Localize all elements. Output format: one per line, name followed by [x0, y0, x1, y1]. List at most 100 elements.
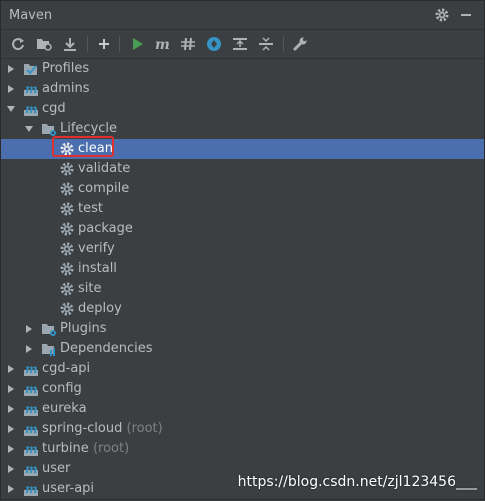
- gear-icon: [59, 241, 75, 257]
- tree-item-label: Lifecycle: [60, 121, 118, 136]
- expand-arrow-icon[interactable]: [23, 343, 35, 355]
- expand-arrow-icon[interactable]: [5, 63, 17, 75]
- skip-tests-icon[interactable]: [179, 35, 197, 53]
- tree-item-label: turbine (root): [42, 441, 130, 456]
- dependencies-folder-icon: [41, 341, 57, 357]
- maven-module-icon: m: [23, 401, 39, 417]
- tree-item-project[interactable]: m admins: [1, 79, 484, 99]
- svg-text:m: m: [25, 362, 38, 376]
- add-icon[interactable]: [95, 35, 113, 53]
- watermark: https://blog.csdn.net/zjl123456___: [237, 474, 477, 490]
- maven-module-icon: m: [23, 461, 39, 477]
- lifecycle-goal-site[interactable]: site: [1, 279, 484, 299]
- toolbar: m: [1, 30, 484, 59]
- tree-item-dependencies[interactable]: Dependencies: [1, 339, 484, 359]
- gear-icon: [59, 201, 75, 217]
- goal-label: verify: [78, 241, 115, 256]
- tree-item-project[interactable]: m turbine (root): [1, 439, 484, 459]
- minimize-icon[interactable]: [458, 7, 474, 23]
- root-suffix: (root): [92, 441, 130, 456]
- toolbar-separator: [119, 36, 120, 52]
- generate-sources-icon[interactable]: [35, 35, 53, 53]
- tree-item-label: admins: [42, 81, 90, 96]
- expand-arrow-icon[interactable]: [5, 483, 17, 495]
- lifecycle-goal-verify[interactable]: verify: [1, 239, 484, 259]
- svg-text:m: m: [155, 37, 170, 51]
- plugins-folder-icon: [41, 321, 57, 337]
- tree-item-project[interactable]: m cgd-api: [1, 359, 484, 379]
- toolbar-separator: [87, 36, 88, 52]
- show-dependencies-icon[interactable]: [231, 35, 249, 53]
- maven-module-icon: m: [23, 101, 39, 117]
- svg-text:m: m: [25, 422, 38, 436]
- maven-module-icon: m: [23, 361, 39, 377]
- tree-item-label: config: [42, 381, 82, 396]
- run-icon[interactable]: [129, 35, 147, 53]
- lifecycle-goal-install[interactable]: install: [1, 259, 484, 279]
- svg-text:m: m: [25, 482, 38, 496]
- expand-arrow-icon[interactable]: [5, 443, 17, 455]
- tree-item-plugins[interactable]: Plugins: [1, 319, 484, 339]
- tree-item-label: cgd-api: [42, 361, 91, 376]
- maven-projects-tree: Profiles m admins m cgd Lifecycle clean …: [1, 59, 484, 499]
- title-bar: Maven: [1, 1, 484, 30]
- svg-text:m: m: [25, 462, 38, 476]
- goal-label: install: [78, 261, 117, 276]
- tree-item-label: eureka: [42, 401, 87, 416]
- lifecycle-goal-compile[interactable]: compile: [1, 179, 484, 199]
- svg-text:m: m: [25, 442, 38, 456]
- gear-icon[interactable]: [434, 7, 450, 23]
- goal-label: test: [78, 201, 103, 216]
- goal-label: package: [78, 221, 133, 236]
- download-icon[interactable]: [61, 35, 79, 53]
- lifecycle-goal-deploy[interactable]: deploy: [1, 299, 484, 319]
- maven-module-icon: m: [23, 421, 39, 437]
- tree-item-label: cgd: [42, 101, 66, 116]
- lifecycle-folder-icon: [41, 121, 57, 137]
- offline-icon[interactable]: [205, 35, 223, 53]
- tree-item-label: Profiles: [42, 61, 90, 76]
- svg-text:m: m: [25, 382, 38, 396]
- collapse-arrow-icon[interactable]: [5, 103, 17, 115]
- window-title: Maven: [9, 8, 53, 23]
- settings-wrench-icon[interactable]: [291, 35, 309, 53]
- lifecycle-goal-package[interactable]: package: [1, 219, 484, 239]
- tree-item-profiles[interactable]: Profiles: [1, 59, 484, 79]
- highlight-box: [52, 136, 114, 157]
- collapse-arrow-icon[interactable]: [23, 123, 35, 135]
- goal-label: deploy: [78, 301, 122, 316]
- tree-item-project[interactable]: m config: [1, 379, 484, 399]
- toolbar-separator: [283, 36, 284, 52]
- tree-item-label: user-api: [42, 481, 95, 496]
- goal-label: validate: [78, 161, 131, 176]
- lifecycle-goal-validate[interactable]: validate: [1, 159, 484, 179]
- tree-item-project[interactable]: m eureka: [1, 399, 484, 419]
- expand-arrow-icon[interactable]: [5, 463, 17, 475]
- tree-item-label: spring-cloud (root): [42, 421, 163, 436]
- tree-item-label: Plugins: [60, 321, 107, 336]
- tree-item-project[interactable]: m cgd: [1, 99, 484, 119]
- lifecycle-goal-test[interactable]: test: [1, 199, 484, 219]
- maven-module-icon: m: [23, 381, 39, 397]
- expand-arrow-icon[interactable]: [5, 363, 17, 375]
- goal-label: compile: [78, 181, 130, 196]
- svg-text:m: m: [25, 82, 38, 96]
- expand-arrow-icon[interactable]: [5, 83, 17, 95]
- execute-goal-icon[interactable]: m: [153, 35, 171, 53]
- expand-arrow-icon[interactable]: [23, 323, 35, 335]
- reimport-icon[interactable]: [9, 35, 27, 53]
- expand-arrow-icon[interactable]: [5, 383, 17, 395]
- profiles-icon: [23, 61, 39, 77]
- gear-icon: [59, 301, 75, 317]
- svg-text:m: m: [25, 102, 38, 116]
- collapse-all-icon[interactable]: [257, 35, 275, 53]
- maven-module-icon: m: [23, 441, 39, 457]
- gear-icon: [59, 281, 75, 297]
- tree-item-label: Dependencies: [60, 341, 153, 356]
- expand-arrow-icon[interactable]: [5, 403, 17, 415]
- maven-module-icon: m: [23, 481, 39, 497]
- expand-arrow-icon[interactable]: [5, 423, 17, 435]
- gear-icon: [59, 181, 75, 197]
- tree-item-project[interactable]: m spring-cloud (root): [1, 419, 484, 439]
- svg-text:m: m: [25, 402, 38, 416]
